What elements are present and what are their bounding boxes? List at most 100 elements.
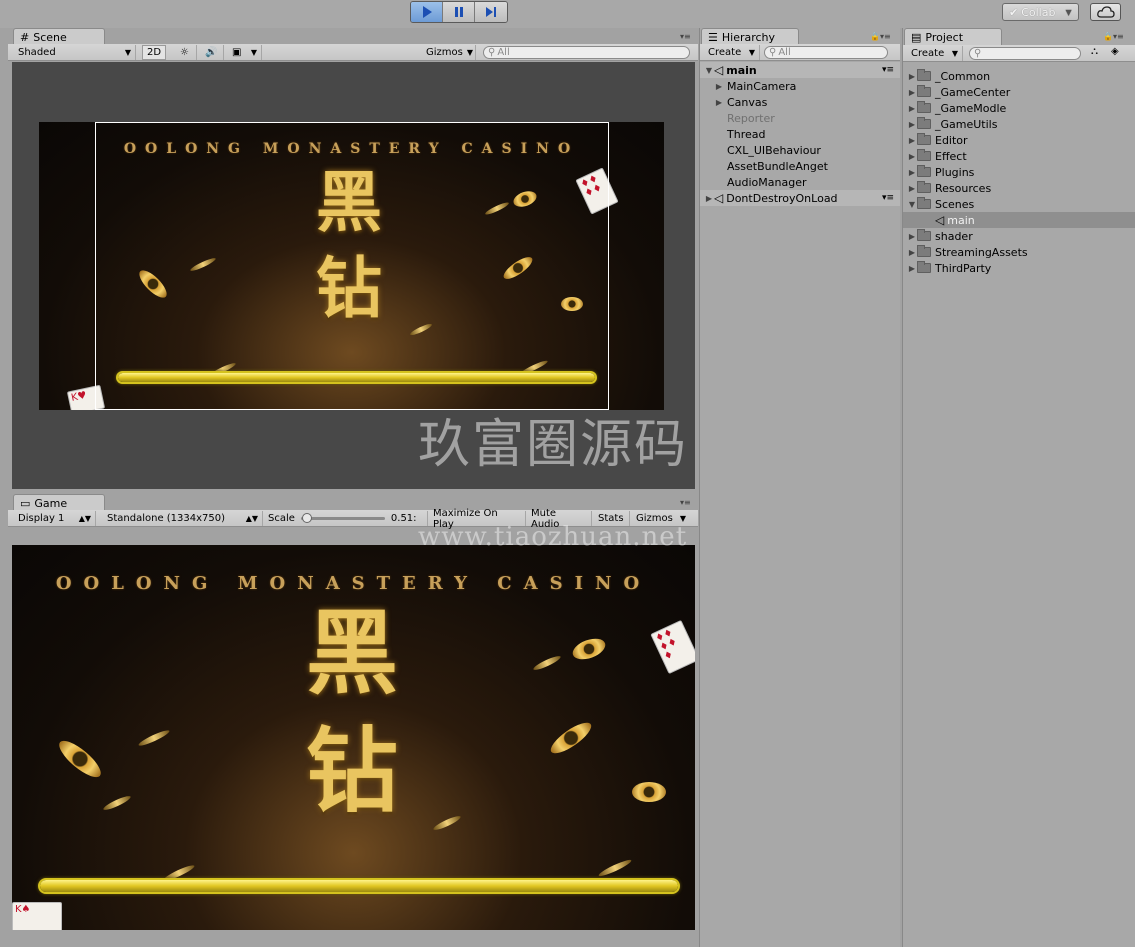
expand-arrow-icon[interactable]: ▶ bbox=[907, 152, 917, 161]
tab-game[interactable]: ▭ Game bbox=[13, 494, 105, 511]
hierarchy-item[interactable]: AudioManager bbox=[714, 174, 806, 190]
dropdown-arrow-icon: ▲▼ bbox=[78, 514, 91, 523]
panel-menu-icon[interactable]: ▾≡ bbox=[680, 32, 691, 41]
hierarchy-tab-label: Hierarchy bbox=[721, 30, 776, 44]
panel-menu-icon[interactable]: ▾≡ bbox=[680, 498, 691, 507]
expand-arrow-icon[interactable]: ▼ bbox=[907, 200, 917, 209]
project-folder[interactable]: ▶ shader bbox=[907, 228, 973, 244]
play-button[interactable] bbox=[411, 2, 443, 22]
folder-icon bbox=[917, 69, 931, 81]
dropdown-arrow-icon: ▼ bbox=[951, 49, 958, 58]
speaker-icon: 🔊 bbox=[205, 47, 218, 58]
expand-arrow-icon[interactable]: ▶ bbox=[907, 232, 917, 241]
2d-toggle[interactable]: 2D bbox=[142, 45, 166, 60]
pause-button[interactable] bbox=[443, 2, 475, 22]
scale-slider-thumb[interactable] bbox=[302, 513, 313, 523]
project-create-dropdown[interactable]: Create ▼ bbox=[907, 46, 963, 61]
resolution-dropdown[interactable]: Standalone (1334x750) ▲▼ bbox=[103, 511, 263, 526]
shading-mode-dropdown[interactable]: Shaded ▼ bbox=[14, 45, 136, 60]
scale-slider-track[interactable] bbox=[300, 513, 385, 523]
hierarchy-item[interactable]: AssetBundleAnget bbox=[714, 158, 828, 174]
step-button[interactable] bbox=[475, 2, 507, 22]
hierarchy-item[interactable]: Reporter bbox=[714, 110, 775, 126]
step-icon bbox=[486, 7, 496, 17]
game-gizmos-dropdown[interactable]: Gizmos ▼ bbox=[632, 511, 690, 526]
project-tab-label: Project bbox=[925, 30, 964, 44]
scale-slider[interactable]: Scale 0.51: bbox=[264, 511, 428, 526]
hierarchy-create-dropdown[interactable]: Create ▼ bbox=[704, 45, 760, 60]
game-tab-label: Game bbox=[34, 496, 68, 510]
scene-viewport[interactable]: ♦♦ ♦♦ K♥ OOLONG MONASTERY CASINO 黑 钻 bbox=[12, 62, 695, 489]
project-folder[interactable]: ▶ _GameCenter bbox=[907, 84, 1010, 100]
project-search-input[interactable]: ⚲ bbox=[969, 47, 1081, 60]
scene-toolbar: Shaded ▼ 2D ☼ 🔊 ▣ ▼ Gizmos ▼ ⚲ All bbox=[8, 44, 698, 61]
project-folder[interactable]: ▶ Effect bbox=[907, 148, 967, 164]
folder-icon bbox=[917, 149, 931, 161]
project-folder[interactable]: ▶ Plugins bbox=[907, 164, 974, 180]
hierarchy-item[interactable]: ▶ MainCamera bbox=[714, 78, 797, 94]
project-folder[interactable]: ▶ ThirdParty bbox=[907, 260, 991, 276]
expand-arrow-icon[interactable]: ▼ bbox=[704, 66, 714, 75]
effects-dropdown[interactable]: ▣ ▼ bbox=[228, 45, 262, 60]
search-placeholder: All bbox=[778, 47, 791, 58]
project-scene-main[interactable]: ◁ main bbox=[903, 212, 1135, 228]
project-folder-label: shader bbox=[935, 229, 973, 243]
expand-arrow-icon[interactable]: ▶ bbox=[704, 194, 714, 203]
mute-audio-toggle[interactable]: Mute Audio bbox=[527, 508, 592, 530]
filter-by-type-icon[interactable]: ⛬ bbox=[1091, 46, 1098, 57]
hierarchy-item[interactable]: Thread bbox=[714, 126, 765, 142]
expand-arrow-icon[interactable]: ▶ bbox=[907, 264, 917, 273]
maximize-on-play-toggle[interactable]: Maximize On Play bbox=[429, 508, 526, 530]
project-folder-label: _GameModle bbox=[935, 101, 1007, 115]
project-folder[interactable]: ▼ Scenes bbox=[907, 196, 974, 212]
folder-icon bbox=[917, 197, 931, 209]
display-dropdown[interactable]: Display 1 ▲▼ bbox=[14, 511, 96, 526]
project-folder[interactable]: ▶ _Common bbox=[907, 68, 990, 84]
project-folder[interactable]: ▶ Resources bbox=[907, 180, 991, 196]
hierarchy-item[interactable]: ▶ Canvas bbox=[714, 94, 767, 110]
expand-arrow-icon[interactable]: ▶ bbox=[907, 136, 917, 145]
cloud-button[interactable] bbox=[1090, 3, 1121, 21]
game-artwork-logo-line1: 黑 bbox=[305, 599, 398, 707]
tab-project[interactable]: ▤ Project bbox=[904, 28, 1002, 45]
game-view[interactable]: ♦♦ ♦♦ ♦ K♠ OOLONG MONASTERY CASINO 黑 钻 bbox=[12, 545, 695, 930]
hierarchy-dontdestroyonload[interactable]: ▶ ◁ DontDestroyOnLoad ▾≡ bbox=[700, 190, 900, 206]
audio-toggle[interactable]: 🔊 bbox=[200, 45, 224, 60]
hierarchy-scene-main[interactable]: ▼ ◁ main ▾≡ bbox=[700, 62, 900, 78]
hierarchy-search-input[interactable]: ⚲ All bbox=[764, 46, 888, 59]
tab-scene[interactable]: # Scene bbox=[13, 28, 105, 45]
search-icon: ⚲ bbox=[974, 48, 982, 59]
camera-bounds-rect[interactable] bbox=[95, 122, 609, 410]
gizmos-dropdown[interactable]: Gizmos ▼ bbox=[422, 45, 476, 60]
project-folder-label: Plugins bbox=[935, 165, 975, 179]
lock-icon[interactable]: 🔒▾≡ bbox=[1103, 32, 1124, 41]
expand-arrow-icon[interactable]: ▶ bbox=[714, 82, 724, 91]
lighting-toggle[interactable]: ☼ bbox=[173, 45, 197, 60]
scene-search-input[interactable]: ⚲ All bbox=[483, 46, 690, 59]
project-folder[interactable]: ▶ Editor bbox=[907, 132, 968, 148]
filter-by-label-icon[interactable]: ◈ bbox=[1111, 46, 1119, 57]
expand-arrow-icon[interactable]: ▶ bbox=[907, 88, 917, 97]
unity-scene-icon: ◁ bbox=[714, 191, 724, 205]
hierarchy-item[interactable]: CXL_UIBehaviour bbox=[714, 142, 821, 158]
project-folder[interactable]: ▶ _GameModle bbox=[907, 100, 1006, 116]
pause-icon bbox=[454, 7, 463, 17]
tab-hierarchy[interactable]: ☰ Hierarchy bbox=[701, 28, 799, 45]
stats-toggle[interactable]: Stats bbox=[594, 511, 630, 526]
expand-arrow-icon[interactable]: ▶ bbox=[907, 120, 917, 129]
row-menu-icon[interactable]: ▾≡ bbox=[882, 193, 894, 203]
hierarchy-item-label: Thread bbox=[727, 127, 766, 141]
project-folder[interactable]: ▶ StreamingAssets bbox=[907, 244, 1028, 260]
project-folder[interactable]: ▶ _GameUtils bbox=[907, 116, 997, 132]
row-menu-icon[interactable]: ▾≡ bbox=[882, 65, 894, 75]
expand-arrow-icon[interactable]: ▶ bbox=[907, 248, 917, 257]
expand-arrow-icon[interactable]: ▶ bbox=[907, 72, 917, 81]
sun-icon: ☼ bbox=[180, 47, 189, 58]
expand-arrow-icon[interactable]: ▶ bbox=[714, 98, 724, 107]
expand-arrow-icon[interactable]: ▶ bbox=[907, 184, 917, 193]
dropdown-arrow-icon: ▼ bbox=[748, 48, 755, 57]
collab-dropdown[interactable]: ✔ Collab ▼ bbox=[1002, 3, 1079, 21]
expand-arrow-icon[interactable]: ▶ bbox=[907, 104, 917, 113]
lock-icon[interactable]: 🔒▾≡ bbox=[870, 32, 891, 41]
expand-arrow-icon[interactable]: ▶ bbox=[907, 168, 917, 177]
